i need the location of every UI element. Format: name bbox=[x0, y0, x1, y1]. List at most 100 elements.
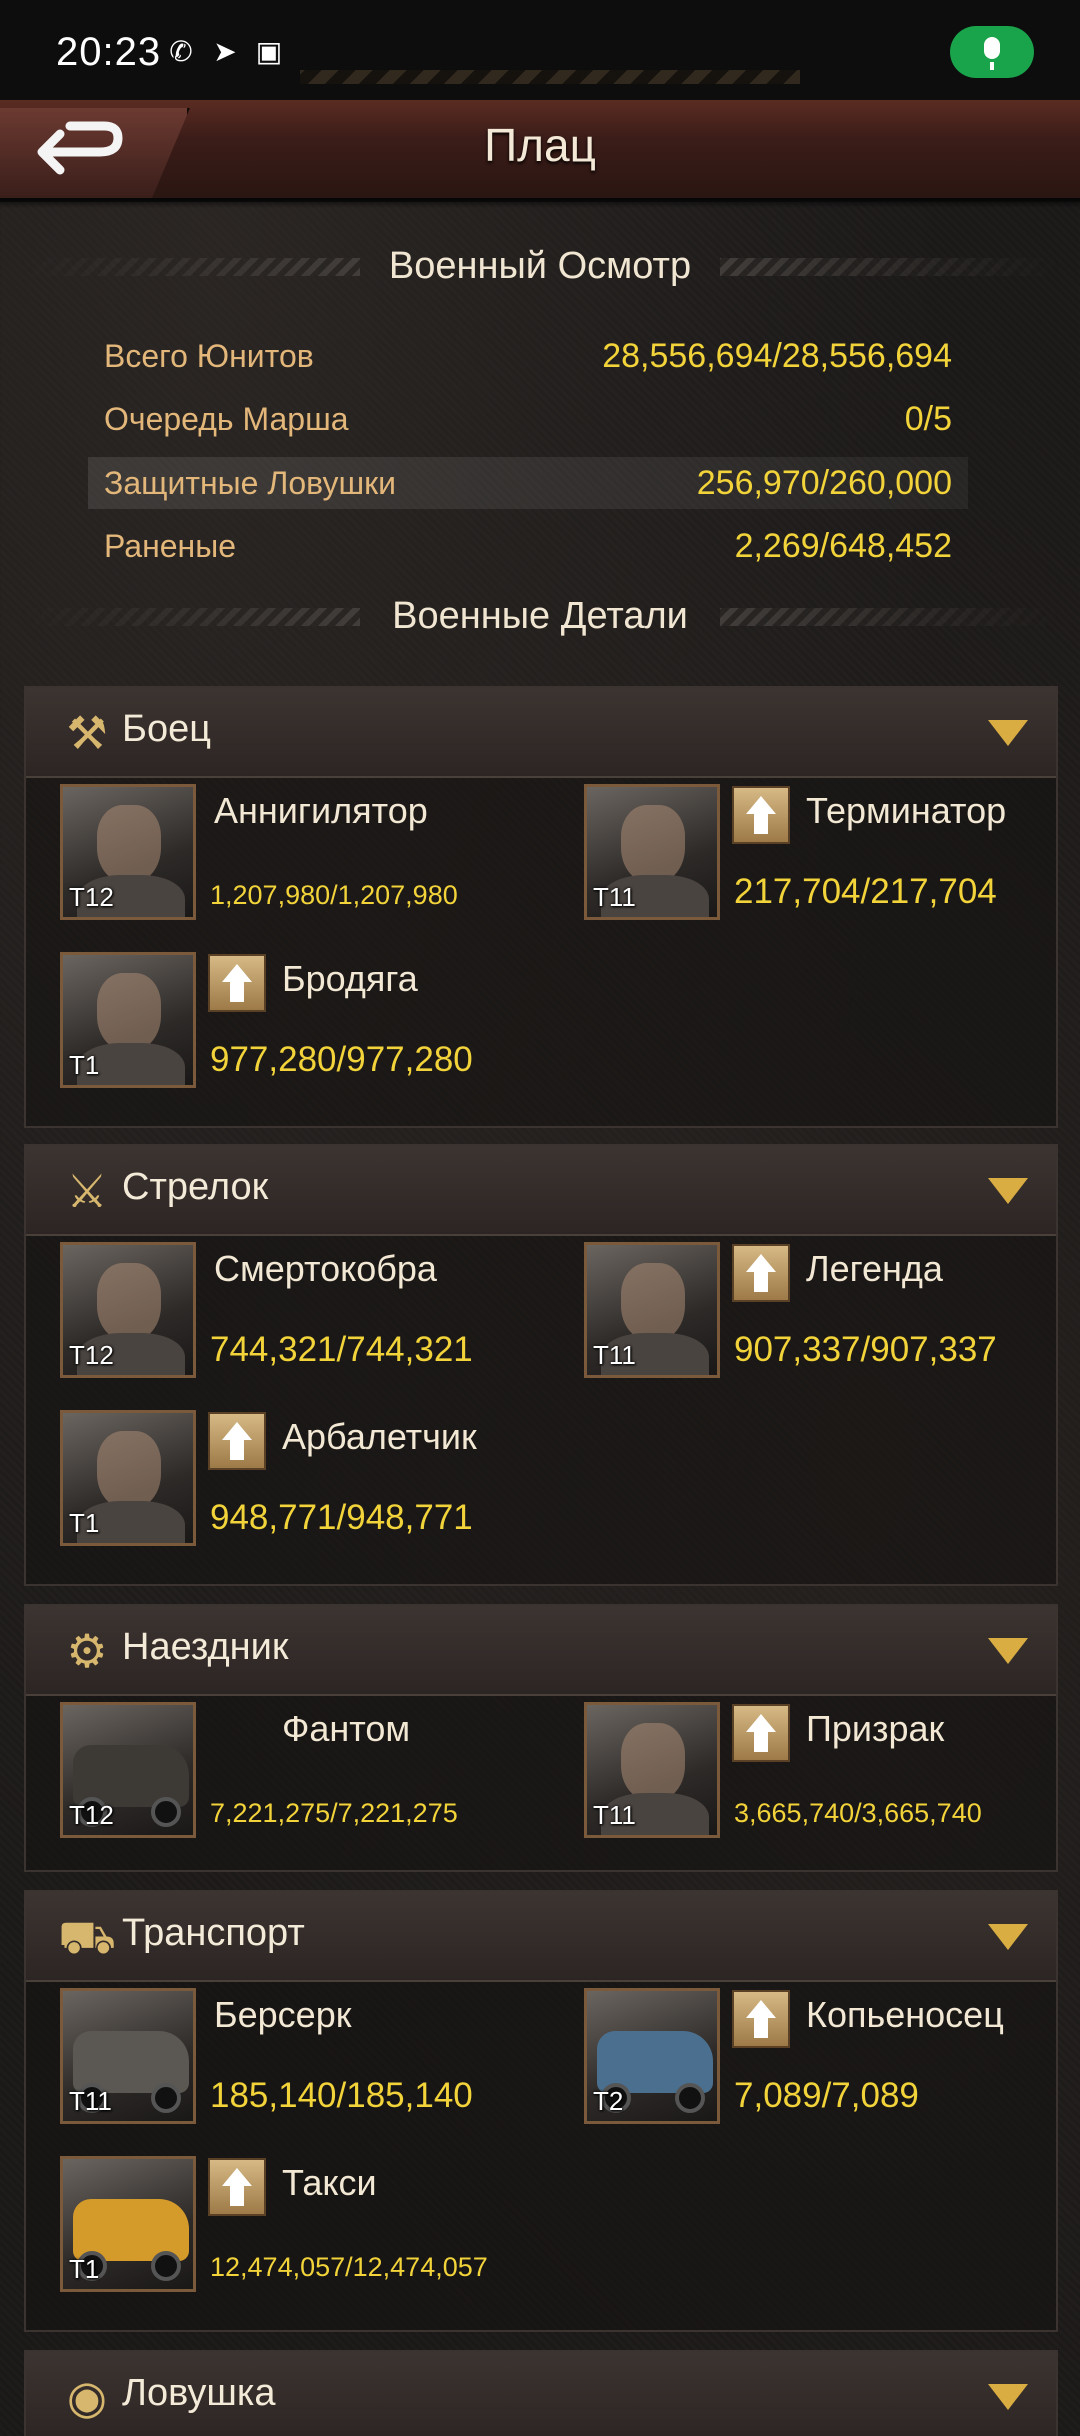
nfc-icon: ▣ bbox=[255, 36, 283, 67]
stat-value: 256,970/260,000 bbox=[696, 463, 952, 502]
upgrade-arrow-icon[interactable] bbox=[732, 1244, 790, 1302]
unit-card[interactable]: T1 Такси 12,474,057/12,474,057 bbox=[60, 2156, 560, 2296]
unit-name: Берсерк bbox=[214, 1994, 352, 2035]
unit-card[interactable]: T11 Призрак 3,665,740/3,665,740 bbox=[584, 1702, 1080, 1842]
unit-count: 217,704/217,704 bbox=[734, 872, 997, 911]
category-title: Боец bbox=[122, 708, 211, 750]
category-header[interactable]: ⛟ Транспорт bbox=[26, 1892, 1056, 1982]
unit-card[interactable]: T1 Арбалетчик 948,771/948,771 bbox=[60, 1410, 560, 1550]
unit-portrait[interactable]: T12 bbox=[60, 784, 196, 920]
unit-card[interactable]: T12 Фантом 7,221,275/7,221,275 bbox=[60, 1702, 560, 1842]
status-time: 20:23 bbox=[56, 30, 162, 74]
upgrade-arrow-icon[interactable] bbox=[732, 1990, 790, 2048]
category-title: Стрелок bbox=[122, 1166, 269, 1208]
unit-card[interactable]: T12 Аннигилятор 1,207,980/1,207,980 bbox=[60, 784, 560, 924]
overview-heading-text: Военный Осмотр bbox=[388, 245, 692, 287]
stat-row-traps: Защитные Ловушки 256,970/260,000 bbox=[88, 457, 968, 509]
category-title: Наездник bbox=[122, 1626, 289, 1668]
category-fighter: ⚒ Боец T12 Аннигилятор 1,207,980/1,207,9… bbox=[24, 686, 1058, 1128]
unit-count: 12,474,057/12,474,057 bbox=[210, 2252, 488, 2282]
upgrade-arrow-icon[interactable] bbox=[208, 954, 266, 1012]
rifle-icon: ⚔ bbox=[66, 1165, 108, 1217]
stat-label: Очередь Марша bbox=[104, 400, 349, 437]
page-title: Плац bbox=[484, 119, 596, 171]
details-heading: Военные Детали bbox=[0, 586, 1080, 646]
unit-portrait[interactable]: T12 bbox=[60, 1702, 196, 1838]
stat-label: Раненые bbox=[104, 527, 237, 564]
unit-name: Аннигилятор bbox=[214, 790, 428, 831]
category-trap: ◉ Ловушка bbox=[24, 2350, 1058, 2436]
unit-count: 185,140/185,140 bbox=[210, 2076, 473, 2115]
unit-name: Арбалетчик bbox=[282, 1416, 477, 1457]
upgrade-arrow-icon[interactable] bbox=[732, 1704, 790, 1762]
unit-portrait[interactable]: T11 bbox=[60, 1988, 196, 2124]
unit-portrait[interactable]: T1 bbox=[60, 2156, 196, 2292]
category-header[interactable]: ⚔ Стрелок bbox=[26, 1146, 1056, 1236]
microphone-indicator-icon[interactable] bbox=[950, 26, 1034, 78]
category-header[interactable]: ◉ Ловушка bbox=[26, 2352, 1056, 2436]
tier-label: T11 bbox=[593, 1340, 636, 1370]
telegram-icon: ➤ bbox=[213, 36, 237, 67]
unit-portrait[interactable]: T12 bbox=[60, 1242, 196, 1378]
tier-label: T12 bbox=[69, 1340, 114, 1370]
category-title: Ловушка bbox=[122, 2372, 276, 2414]
upgrade-arrow-icon[interactable] bbox=[208, 1412, 266, 1470]
unit-card[interactable]: T2 Копьеносец 7,089/7,089 bbox=[584, 1988, 1080, 2128]
tier-label: T11 bbox=[593, 1800, 636, 1830]
tier-label: T11 bbox=[593, 882, 636, 912]
unit-count: 3,665,740/3,665,740 bbox=[734, 1798, 982, 1828]
tier-label: T2 bbox=[593, 2086, 624, 2116]
header-bar: Плац bbox=[0, 100, 1080, 208]
stat-value: 0/5 bbox=[904, 399, 952, 438]
chevron-down-icon[interactable] bbox=[988, 2384, 1028, 2410]
unit-count: 7,221,275/7,221,275 bbox=[210, 1798, 458, 1828]
chevron-down-icon[interactable] bbox=[988, 1178, 1028, 1204]
unit-name: Такси bbox=[282, 2162, 377, 2203]
upgrade-arrow-icon[interactable] bbox=[732, 786, 790, 844]
unit-portrait[interactable]: T1 bbox=[60, 1410, 196, 1546]
chevron-down-icon[interactable] bbox=[988, 1924, 1028, 1950]
unit-card[interactable]: T11 Берсерк 185,140/185,140 bbox=[60, 1988, 560, 2128]
stat-row-wounded: Раненые 2,269/648,452 bbox=[88, 520, 968, 572]
tier-label: T1 bbox=[69, 1508, 100, 1538]
unit-count: 744,321/744,321 bbox=[210, 1330, 473, 1369]
axe-icon: ⚒ bbox=[66, 707, 108, 759]
unit-count: 7,089/7,089 bbox=[734, 2076, 919, 2115]
unit-count: 1,207,980/1,207,980 bbox=[210, 880, 458, 910]
upgrade-arrow-icon[interactable] bbox=[208, 2158, 266, 2216]
trap-icon: ◉ bbox=[66, 2371, 108, 2423]
status-bar: 20:23 ✆ ➤ ▣ bbox=[0, 0, 1080, 100]
unit-portrait[interactable]: T11 bbox=[584, 1702, 720, 1838]
stat-value: 2,269/648,452 bbox=[734, 526, 952, 565]
unit-name: Копьеносец bbox=[806, 1994, 1004, 2035]
stat-row-total-units: Всего Юнитов 28,556,694/28,556,694 bbox=[88, 330, 968, 382]
unit-card[interactable]: T12 Смертокобра 744,321/744,321 bbox=[60, 1242, 560, 1382]
overview-heading: Военный Осмотр bbox=[0, 236, 1080, 296]
hazard-stripe bbox=[300, 70, 800, 84]
stat-row-march-queue: Очередь Марша 0/5 bbox=[88, 393, 968, 445]
unit-card[interactable]: T11 Терминатор 217,704/217,704 bbox=[584, 784, 1080, 924]
stat-label: Всего Юнитов bbox=[104, 337, 314, 374]
unit-card[interactable]: T11 Легенда 907,337/907,337 bbox=[584, 1242, 1080, 1382]
category-transport: ⛟ Транспорт T11 Берсерк 185,140/185,140 … bbox=[24, 1890, 1058, 2332]
unit-name: Призрак bbox=[806, 1708, 945, 1749]
category-header[interactable]: ⚙ Наездник bbox=[26, 1606, 1056, 1696]
unit-card[interactable]: T1 Бродяга 977,280/977,280 bbox=[60, 952, 560, 1092]
category-title: Транспорт bbox=[122, 1912, 305, 1954]
unit-name: Смертокобра bbox=[214, 1248, 437, 1289]
category-header[interactable]: ⚒ Боец bbox=[26, 688, 1056, 778]
chevron-down-icon[interactable] bbox=[988, 1638, 1028, 1664]
unit-portrait[interactable]: T11 bbox=[584, 1242, 720, 1378]
unit-name: Терминатор bbox=[806, 790, 1007, 831]
unit-name: Бродяга bbox=[282, 958, 418, 999]
category-shooter: ⚔ Стрелок T12 Смертокобра 744,321/744,32… bbox=[24, 1144, 1058, 1586]
chevron-down-icon[interactable] bbox=[988, 720, 1028, 746]
unit-portrait[interactable]: T1 bbox=[60, 952, 196, 1088]
tier-label: T12 bbox=[69, 882, 114, 912]
motorcycle-icon: ⚙ bbox=[66, 1625, 108, 1677]
stat-value: 28,556,694/28,556,694 bbox=[602, 336, 952, 375]
unit-portrait[interactable]: T2 bbox=[584, 1988, 720, 2124]
tier-label: T12 bbox=[69, 1800, 114, 1830]
unit-portrait[interactable]: T11 bbox=[584, 784, 720, 920]
unit-count: 977,280/977,280 bbox=[210, 1040, 473, 1079]
